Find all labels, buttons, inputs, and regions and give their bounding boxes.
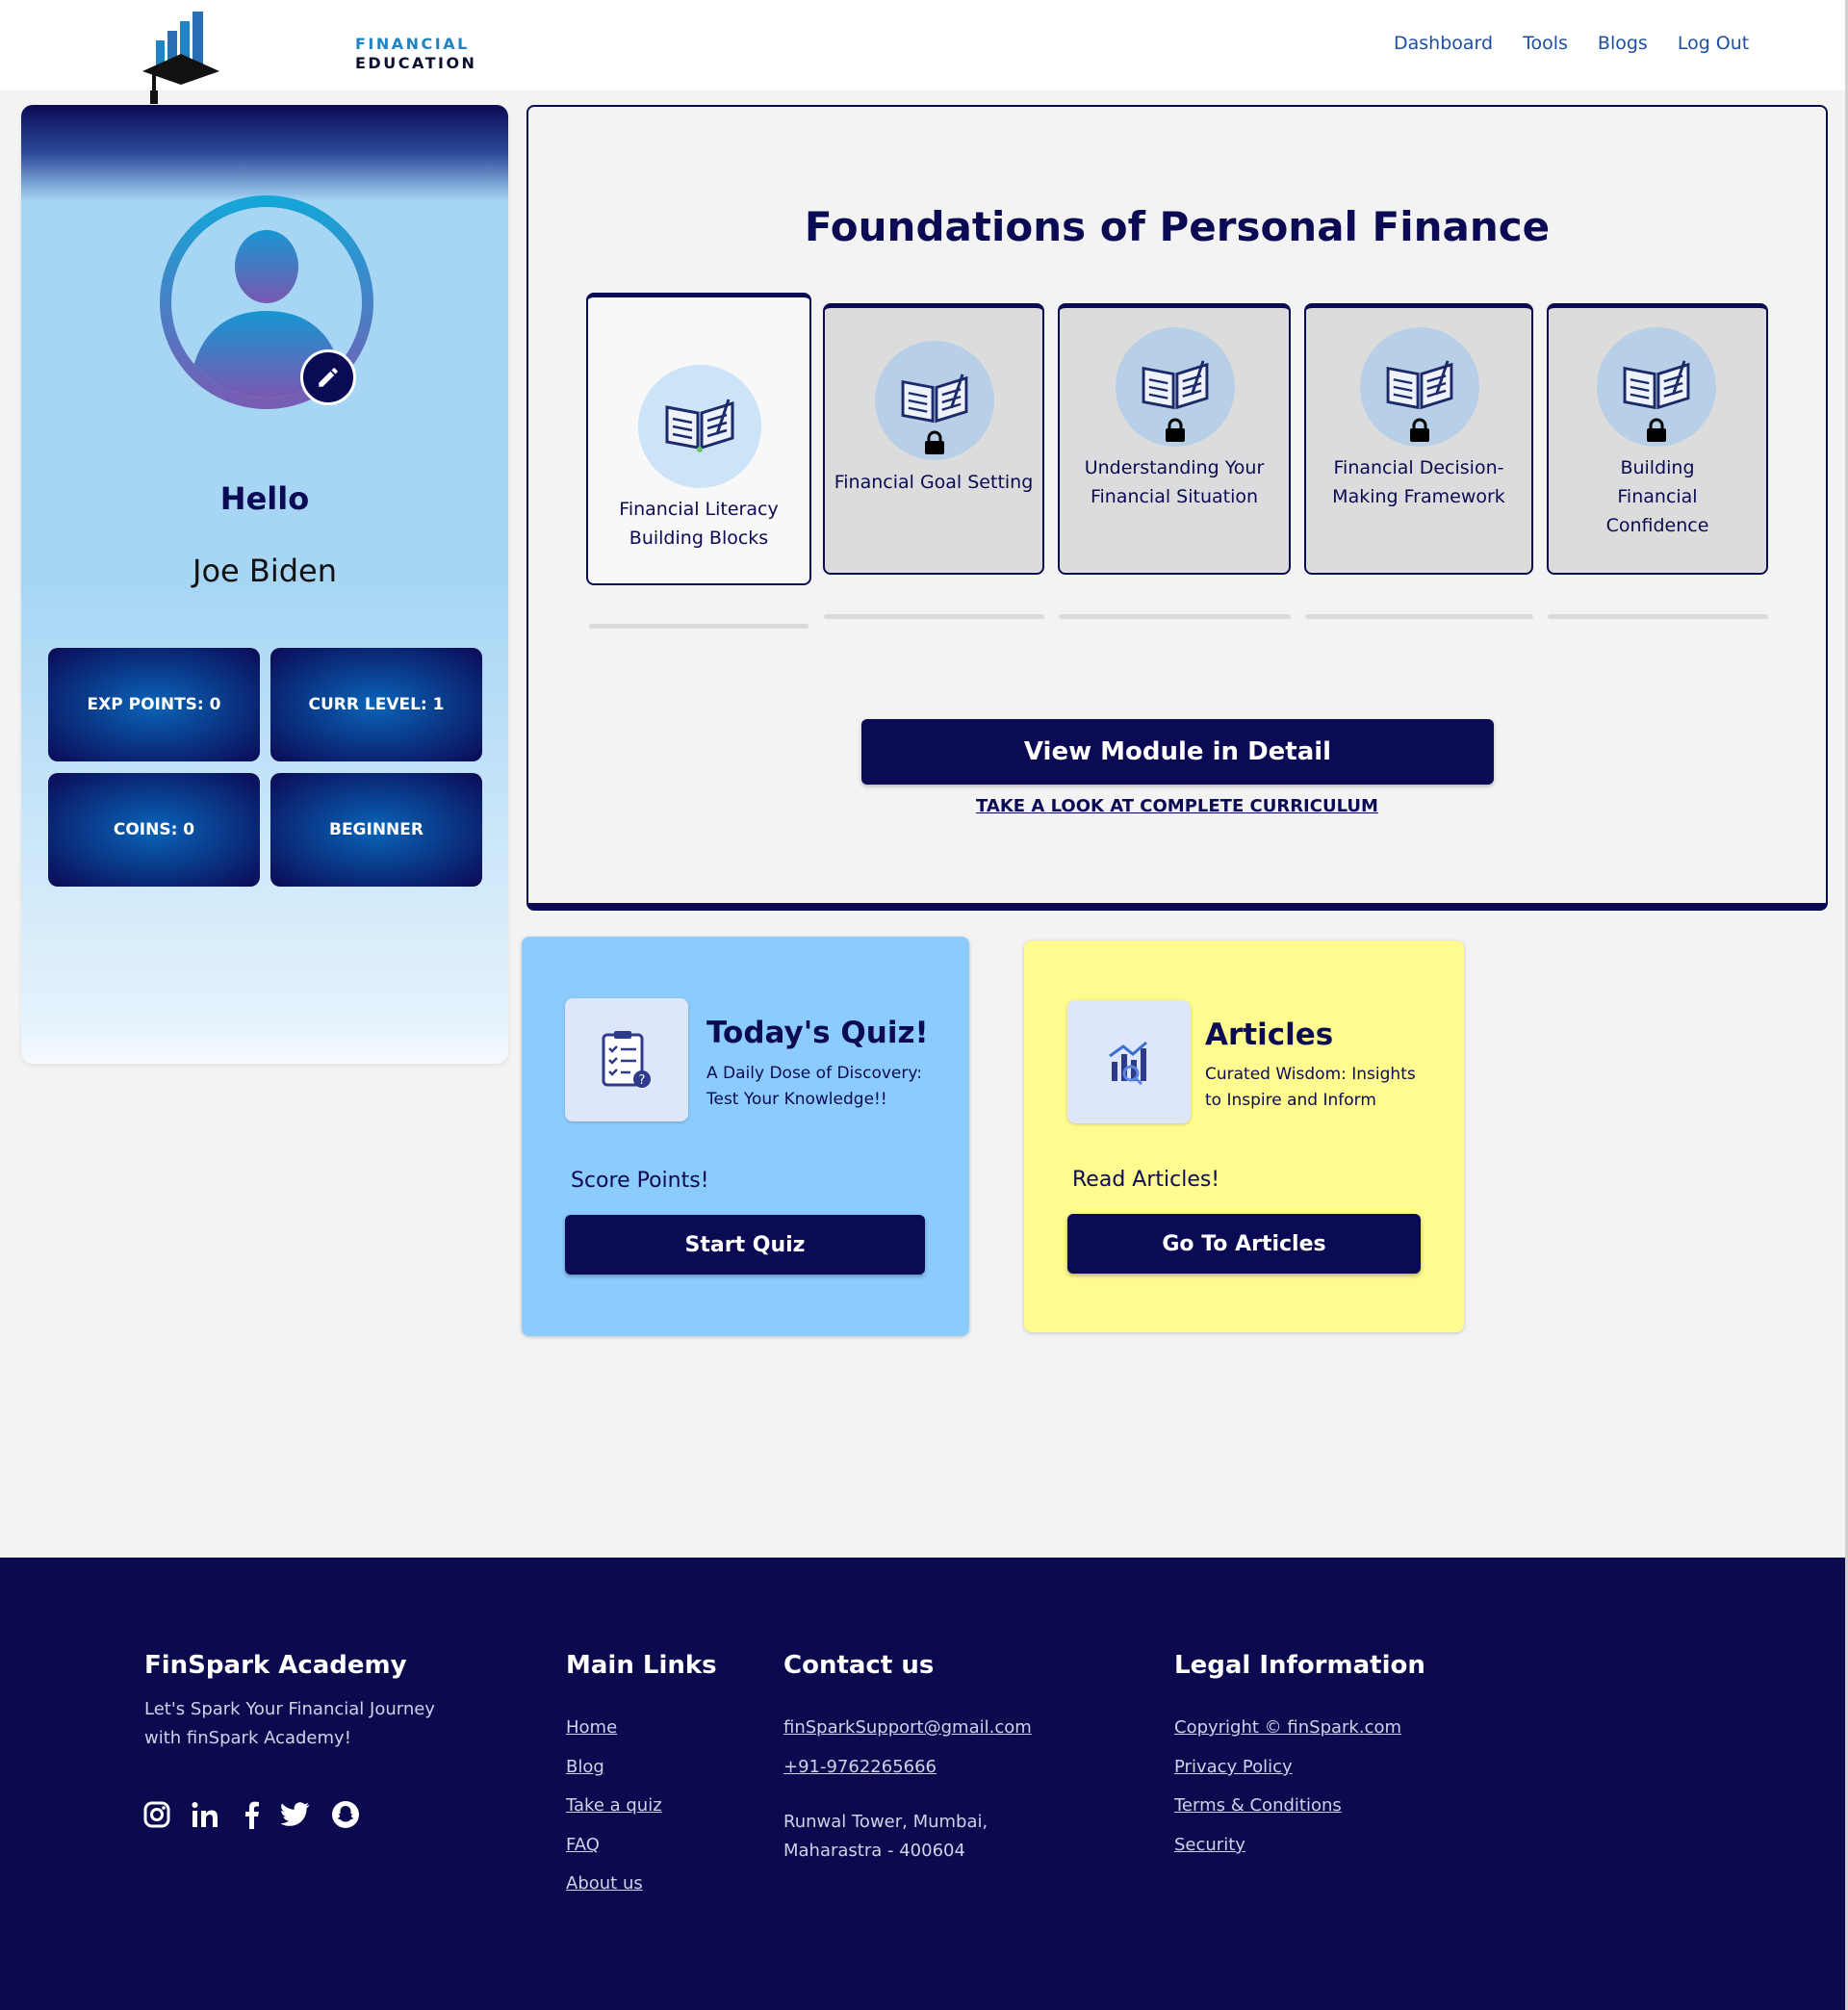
footer-brand-title: FinSpark Academy [144, 1651, 407, 1680]
module-progress-bar [1059, 614, 1291, 619]
module-progress-bar [1305, 614, 1533, 619]
nav-logout[interactable]: Log Out [1678, 33, 1749, 54]
logo-graphic [142, 12, 219, 104]
footer-link-privacy[interactable]: Privacy Policy [1174, 1757, 1293, 1777]
user-name: Joe Biden [192, 553, 337, 589]
lock-icon [925, 430, 944, 454]
quiz-title: Today's Quiz! [706, 1016, 929, 1050]
footer-link-copyright[interactable]: Copyright © finSpark.com [1174, 1717, 1401, 1738]
module-label: Understanding Your Financial Situation [1084, 457, 1265, 507]
go-to-articles-button[interactable]: Go To Articles [1067, 1214, 1421, 1274]
footer-link-terms[interactable]: Terms & Conditions [1174, 1795, 1342, 1816]
footer-link-security[interactable]: Security [1174, 1835, 1245, 1855]
footer-link-quiz[interactable]: Take a quiz [566, 1795, 662, 1816]
lock-icon [1166, 418, 1185, 442]
open-book-icon [665, 399, 734, 452]
instagram-icon[interactable] [142, 1800, 171, 1829]
start-quiz-button[interactable]: Start Quiz [565, 1215, 925, 1275]
curriculum-link[interactable]: TAKE A LOOK AT COMPLETE CURRICULUM [528, 796, 1826, 816]
svg-text:?: ? [639, 1073, 646, 1088]
module-title: Foundations of Personal Finance [804, 203, 1551, 250]
footer-main-links-title: Main Links [566, 1651, 717, 1680]
pencil-icon [319, 368, 338, 387]
edit-avatar-button[interactable] [300, 349, 356, 405]
clipboard-checklist-icon: ? [602, 1031, 651, 1088]
logo-line2: EDUCATION [355, 54, 477, 72]
logo-text: FINANCIAL EDUCATION [355, 35, 476, 73]
greeting: Hello [219, 480, 310, 517]
module-label: Financial Goal Setting [834, 472, 1034, 493]
top-header: FINANCIAL EDUCATION Dashboard Tools Blog… [0, 0, 1845, 104]
quiz-card: ? Today's Quiz! A Daily Dose of Discover… [522, 937, 969, 1336]
nav-blogs[interactable]: Blogs [1598, 33, 1648, 54]
lock-icon [1647, 418, 1666, 442]
module-card-building-confidence[interactable]: Building Financial Confidence [1547, 303, 1768, 575]
lock-icon [1410, 418, 1429, 442]
module-label: Building Financial Confidence [1605, 457, 1709, 536]
articles-icon-box [1067, 1000, 1191, 1123]
financial-education-logo[interactable]: FINANCIAL EDUCATION [142, 12, 475, 106]
module-card-goal-setting[interactable]: Financial Goal Setting [823, 303, 1044, 575]
footer-contact-title: Contact us [783, 1651, 935, 1680]
articles-subtitle: Curated Wisdom: Insights to Inspire and … [1205, 1065, 1416, 1110]
module-card-decision-making[interactable]: Financial Decision-Making Framework [1304, 303, 1533, 575]
top-nav: Dashboard Tools Blogs Log Out [1364, 33, 1749, 54]
footer-legal-title: Legal Information [1174, 1651, 1425, 1680]
module-label: Financial Decision-Making Framework [1332, 457, 1505, 507]
footer-email-link[interactable]: finSparkSupport@gmail.com [783, 1717, 1032, 1738]
logo-line1: FINANCIAL [355, 35, 470, 53]
module-panel: Foundations of Personal Finance Financia… [526, 105, 1828, 911]
linkedin-icon[interactable] [191, 1800, 219, 1829]
footer-phone-link[interactable]: +91-9762265666 [783, 1757, 937, 1777]
footer-address: Runwal Tower, Mumbai, Maharastra - 40060… [783, 1812, 988, 1861]
quiz-subtitle: A Daily Dose of Discovery: Test Your Kno… [706, 1064, 922, 1109]
module-icon-bg [638, 365, 761, 488]
nav-dashboard[interactable]: Dashboard [1394, 33, 1493, 54]
module-card-financial-situation[interactable]: Understanding Your Financial Situation [1058, 303, 1291, 575]
articles-cta: Read Articles! [1072, 1168, 1220, 1192]
current-level-badge: CURR LEVEL: 1 [270, 648, 482, 761]
module-card-financial-literacy[interactable]: Financial Literacy Building Blocks [586, 293, 811, 585]
rank-badge: BEGINNER [270, 773, 482, 887]
module-label: Financial Literacy Building Blocks [619, 499, 779, 549]
snapchat-icon[interactable] [331, 1800, 360, 1829]
quiz-icon-box: ? [565, 998, 688, 1121]
footer-link-faq[interactable]: FAQ [566, 1835, 600, 1855]
footer-link-home[interactable]: Home [566, 1717, 617, 1738]
articles-title: Articles [1205, 1018, 1334, 1052]
articles-card: Articles Curated Wisdom: Insights to Ins… [1024, 941, 1464, 1332]
footer [0, 1558, 1845, 2010]
module-progress-bar [589, 624, 808, 629]
footer-link-blog[interactable]: Blog [566, 1757, 604, 1777]
footer-link-about[interactable]: About us [566, 1873, 643, 1894]
module-progress-bar [824, 614, 1044, 619]
coins-badge: COINS: 0 [48, 773, 260, 887]
twitter-icon[interactable] [281, 1800, 310, 1829]
quiz-cta: Score Points! [571, 1169, 709, 1193]
view-module-button[interactable]: View Module in Detail [861, 719, 1494, 785]
exp-points-badge: EXP POINTS: 0 [48, 648, 260, 761]
facebook-icon[interactable] [237, 1800, 266, 1829]
profile-panel: Hello Joe Biden EXP POINTS: 0 CURR LEVEL… [21, 105, 508, 1064]
nav-tools[interactable]: Tools [1523, 33, 1568, 54]
module-progress-bar [1548, 614, 1768, 619]
footer-tagline: Let's Spark Your Financial Journey with … [144, 1699, 435, 1748]
chart-magnifier-icon [1109, 1041, 1147, 1085]
